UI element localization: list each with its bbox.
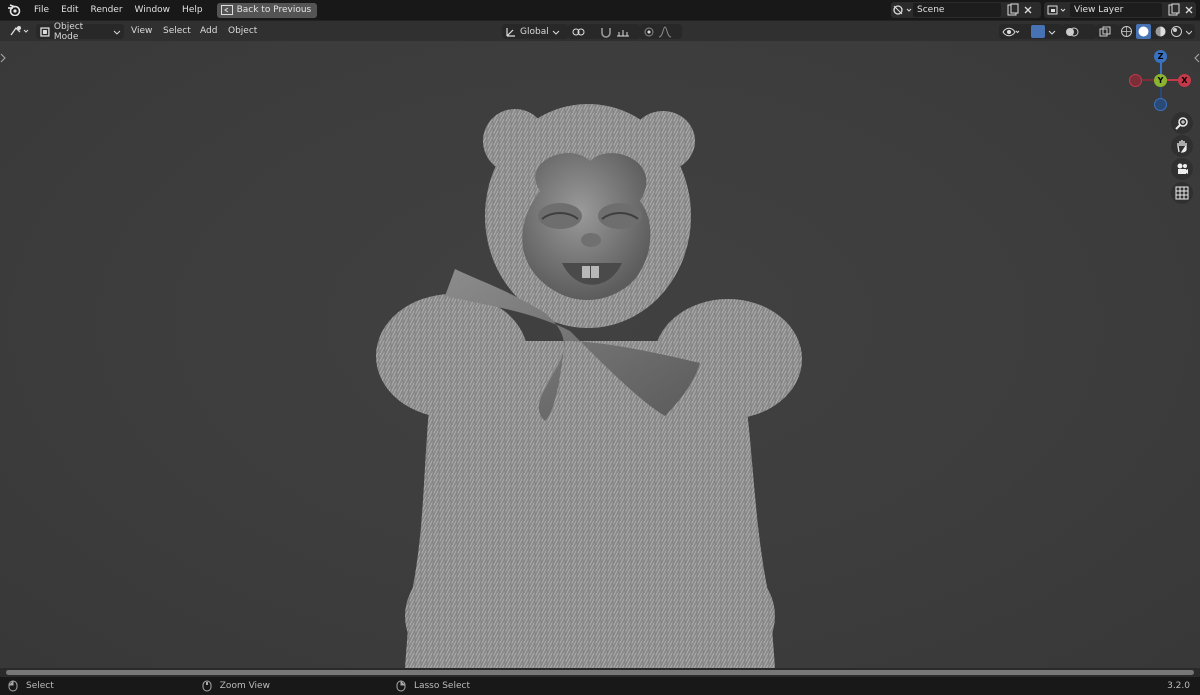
- overlays-icon: [1066, 27, 1079, 36]
- mouse-left-icon: [8, 680, 18, 692]
- menu-edit[interactable]: Edit: [55, 0, 84, 20]
- gizmo-z-label: Z: [1157, 52, 1164, 61]
- wireframe-shading-icon[interactable]: [1120, 25, 1133, 38]
- gizmo-toggle[interactable]: [1028, 24, 1062, 39]
- blender-logo-icon[interactable]: [0, 0, 28, 20]
- gizmo-x-label: X: [1181, 76, 1188, 85]
- zoom-view-button[interactable]: [1171, 112, 1193, 134]
- snap-increment-icon: [617, 29, 629, 36]
- proportional-editing-controls[interactable]: [640, 24, 682, 39]
- rendered-shading-icon[interactable]: [1170, 25, 1183, 38]
- top-bar: File Edit Render Window Help Back to Pre…: [0, 0, 1200, 20]
- scene-icon: [893, 5, 912, 15]
- menu-object[interactable]: Object: [228, 21, 257, 41]
- status-select-hint: Select: [26, 681, 54, 691]
- falloff-curve-icon: [658, 25, 672, 37]
- gizmo-active-indicator: [1031, 25, 1045, 38]
- view-layer-name-field[interactable]: View Layer: [1070, 3, 1162, 17]
- new-view-layer-icon[interactable]: [1166, 3, 1182, 17]
- chevron-down-icon: [552, 30, 560, 35]
- blender-version: 3.2.0: [1167, 681, 1190, 691]
- xray-toggle[interactable]: [1096, 24, 1118, 39]
- visibility-dropdown[interactable]: [999, 24, 1031, 39]
- grid-icon: [1175, 186, 1189, 200]
- delete-view-layer-icon[interactable]: [1182, 3, 1196, 17]
- orientation-global-icon: [506, 27, 515, 37]
- status-lasso-select-hint: Lasso Select: [413, 681, 470, 691]
- orthographic-toggle-button[interactable]: [1171, 182, 1193, 204]
- back-to-previous-label: Back to Previous: [236, 5, 312, 15]
- menu-file[interactable]: File: [28, 0, 55, 20]
- gizmo-z-axis[interactable]: Z: [1154, 50, 1167, 63]
- object-mode-dropdown[interactable]: Object Mode: [36, 21, 124, 42]
- menu-help[interactable]: Help: [176, 0, 209, 20]
- teddy-bear-model[interactable]: [0, 41, 1200, 668]
- view-layer-icon: [1047, 5, 1066, 15]
- area-divider[interactable]: [0, 668, 1200, 677]
- eye-icon: [1002, 27, 1020, 36]
- status-zoom-view-hint: Zoom View: [219, 681, 270, 691]
- menu-select[interactable]: Select: [163, 21, 191, 41]
- editor-type-icon[interactable]: [8, 24, 32, 38]
- screen-back-icon: [220, 5, 233, 15]
- snapping-controls[interactable]: [596, 24, 640, 39]
- object-mode-label: Object Mode: [53, 21, 84, 42]
- new-scene-icon[interactable]: [1005, 3, 1021, 17]
- xray-icon: [1099, 26, 1111, 36]
- proportional-edit-icon: [644, 27, 654, 36]
- gizmo-neg-x-axis[interactable]: [1129, 74, 1142, 87]
- view-layer-selector[interactable]: View Layer: [1044, 2, 1196, 18]
- gizmo-y-axis[interactable]: Y: [1154, 74, 1167, 87]
- navigation-gizmo[interactable]: Z Y X: [1126, 47, 1196, 117]
- hand-icon: [1177, 140, 1187, 153]
- material-preview-icon[interactable]: [1154, 25, 1167, 38]
- object-mode-icon: [40, 26, 50, 37]
- menu-add[interactable]: Add: [200, 21, 217, 41]
- solid-shading-icon[interactable]: [1136, 24, 1151, 39]
- menu-render[interactable]: Render: [85, 0, 129, 20]
- delete-scene-icon[interactable]: [1021, 3, 1035, 17]
- transform-orientation-dropdown[interactable]: Global: [502, 24, 568, 39]
- gizmo-x-axis[interactable]: X: [1178, 74, 1191, 87]
- overlays-dropdown[interactable]: [1062, 24, 1096, 39]
- gizmo-y-label: Y: [1157, 76, 1164, 85]
- menu-window[interactable]: Window: [129, 0, 177, 20]
- pivot-point-dropdown[interactable]: [568, 24, 598, 39]
- transform-orientation-label: Global: [520, 26, 549, 37]
- viewport-header: Object Mode View Select Add Object Globa…: [0, 20, 1200, 42]
- 3d-viewport[interactable]: Z Y X: [0, 41, 1200, 668]
- menu-view[interactable]: View: [131, 21, 152, 41]
- status-bar: Select Zoom View Lasso Select 3.2.0: [0, 677, 1200, 695]
- mouse-middle-icon: [202, 680, 212, 692]
- shading-mode-buttons[interactable]: [1117, 24, 1195, 39]
- pan-view-button[interactable]: [1171, 135, 1193, 157]
- scene-name-field[interactable]: Scene: [913, 3, 1001, 17]
- pivot-link-icon: [572, 28, 585, 35]
- mouse-right-icon: [396, 680, 406, 692]
- gizmo-neg-z-axis[interactable]: [1154, 98, 1167, 111]
- zoom-magnifier-icon: [1175, 117, 1188, 130]
- chevron-down-icon: [113, 30, 121, 35]
- chevron-down-icon: [1048, 30, 1056, 35]
- back-to-previous-button[interactable]: Back to Previous: [216, 2, 318, 18]
- camera-view-button[interactable]: [1171, 158, 1193, 180]
- chevron-down-icon[interactable]: [1186, 28, 1192, 36]
- camera-icon: [1177, 163, 1188, 174]
- scene-selector[interactable]: Scene: [891, 2, 1041, 18]
- snap-magnet-icon: [601, 27, 611, 38]
